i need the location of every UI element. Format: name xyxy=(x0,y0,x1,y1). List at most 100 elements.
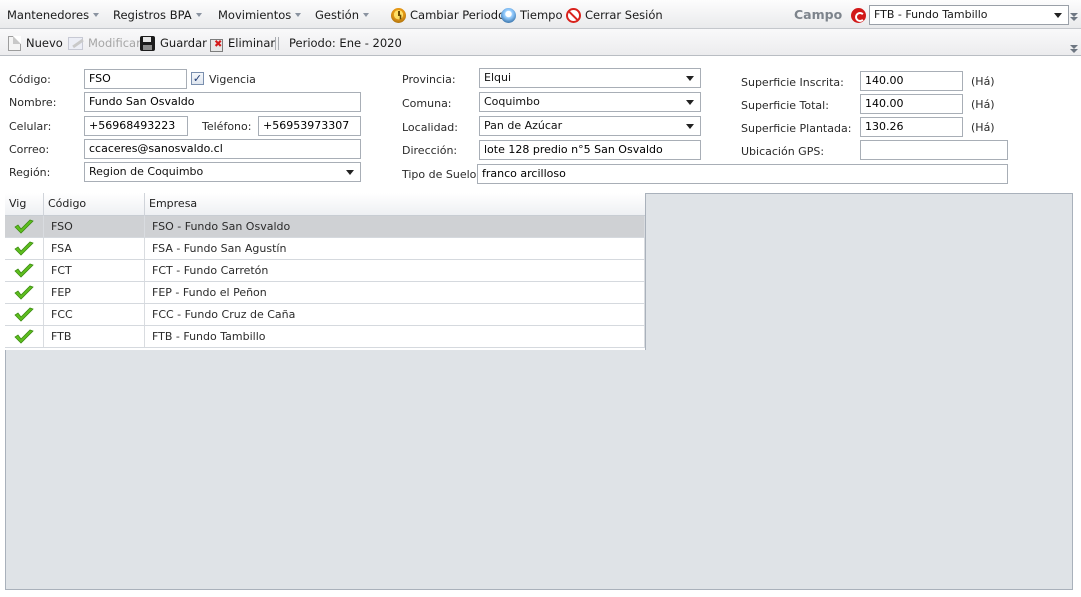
tipo-suelo-label: Tipo de Suelo: xyxy=(402,168,481,181)
table-row[interactable]: FTB FTB - Fundo Tambillo xyxy=(5,326,645,348)
codigo-cell: FSO xyxy=(44,216,145,237)
menu-tiempo-label: Tiempo xyxy=(520,8,563,22)
campo-select[interactable]: FTB - Fundo Tambillo xyxy=(869,5,1069,25)
sup-inscrita-unit: (Há) xyxy=(971,75,995,88)
chevron-down-icon xyxy=(686,100,694,105)
sup-total-label: Superficie Total: xyxy=(741,99,829,112)
sup-inscrita-input-value[interactable] xyxy=(865,72,962,90)
codigo-label: Código: xyxy=(9,73,51,86)
menu-registros-bpa-label: Registros BPA xyxy=(113,8,192,22)
periodo-text: Periodo: Ene - 2020 xyxy=(289,36,402,50)
codigo-input[interactable] xyxy=(84,69,187,89)
table-row[interactable]: FCT FCT - Fundo Carretón xyxy=(5,260,645,282)
menu-gestion-label: Gestión xyxy=(315,8,360,22)
check-icon xyxy=(14,285,34,300)
gps-input-value[interactable] xyxy=(865,141,1007,159)
menu-tiempo[interactable]: Tiempo xyxy=(501,6,562,24)
modificar-label: Modificar xyxy=(88,36,141,50)
grid-header: Vig Código Empresa xyxy=(5,193,645,216)
toolbar-separator xyxy=(275,37,279,50)
eliminar-button[interactable]: Eliminar xyxy=(208,34,275,52)
localidad-select[interactable]: Pan de Azúcar xyxy=(479,116,701,136)
chevron-down-icon xyxy=(346,170,354,175)
menu-bar: Mantenedores Registros BPA Movimientos G… xyxy=(0,0,1081,356)
eliminar-label: Eliminar xyxy=(228,36,276,50)
codigo-cell: FTB xyxy=(44,326,145,347)
empresa-cell: FCC - Fundo Cruz de Caña xyxy=(145,304,645,325)
region-select-value: Region de Coquimbo xyxy=(89,165,204,178)
vigencia-checkbox[interactable]: ✓ xyxy=(191,72,204,85)
menu-cambiar-periodo[interactable]: Cambiar Periodo xyxy=(391,6,505,24)
column-header-vig[interactable]: Vig xyxy=(5,193,44,216)
check-icon xyxy=(14,329,34,344)
localidad-select-value: Pan de Azúcar xyxy=(484,119,563,132)
empresa-cell: FEP - Fundo el Peñon xyxy=(145,282,645,303)
codigo-cell: FCC xyxy=(44,304,145,325)
menu-movimientos[interactable]: Movimientos xyxy=(218,6,864,356)
celular-input[interactable] xyxy=(84,116,188,136)
vig-cell xyxy=(5,238,44,259)
sup-inscrita-input[interactable] xyxy=(860,71,963,91)
sup-plantada-unit: (Há) xyxy=(971,121,995,134)
direccion-input[interactable] xyxy=(479,140,701,160)
no-entry-icon xyxy=(566,7,581,23)
chevron-down-icon xyxy=(93,13,100,17)
campo-logo-icon xyxy=(851,8,866,23)
save-icon xyxy=(140,35,155,51)
menu-gestion[interactable]: Gestión xyxy=(315,6,961,356)
localidad-label: Localidad: xyxy=(402,121,458,134)
gps-input[interactable] xyxy=(860,140,1008,160)
empresa-cell: FCT - Fundo Carretón xyxy=(145,260,645,281)
check-icon xyxy=(14,241,34,256)
direccion-input-value[interactable] xyxy=(484,141,700,159)
collapse-menu-icon[interactable] xyxy=(1070,13,1079,22)
table-row[interactable]: FSA FSA - Fundo San Agustín xyxy=(5,238,645,260)
table-row[interactable]: FEP FEP - Fundo el Peñon xyxy=(5,282,645,304)
guardar-button[interactable]: Guardar xyxy=(140,34,207,52)
provincia-select-value: Elqui xyxy=(484,71,512,84)
menu-mantenedores[interactable]: Mantenedores xyxy=(7,6,653,356)
celular-label: Celular: xyxy=(9,120,52,133)
column-header-codigo[interactable]: Código xyxy=(44,193,145,216)
comuna-select[interactable]: Coquimbo xyxy=(479,92,701,112)
sup-plantada-input[interactable] xyxy=(860,117,963,137)
tipo-suelo-input-value[interactable] xyxy=(482,165,1007,183)
correo-input[interactable] xyxy=(84,139,361,159)
sup-total-unit: (Há) xyxy=(971,98,995,111)
provincia-select[interactable]: Elqui xyxy=(479,68,701,88)
chevron-down-icon xyxy=(363,13,370,17)
vig-cell xyxy=(5,282,44,303)
collapse-toolbar-icon[interactable] xyxy=(1070,45,1079,54)
menu-registros-bpa[interactable]: Registros BPA xyxy=(113,6,759,356)
column-header-empresa[interactable]: Empresa xyxy=(145,193,645,216)
codigo-input-value[interactable] xyxy=(89,70,186,88)
codigo-cell: FCT xyxy=(44,260,145,281)
celular-input-value[interactable] xyxy=(89,117,187,135)
check-icon xyxy=(14,263,34,278)
empresa-grid: Vig Código Empresa FSO FSO - Fundo San O… xyxy=(5,193,646,350)
chevron-down-icon xyxy=(1054,13,1062,18)
empresa-cell: FSA - Fundo San Agustín xyxy=(145,238,645,259)
vig-cell xyxy=(5,216,44,237)
provincia-label: Provincia: xyxy=(402,73,456,86)
table-row[interactable]: FCC FCC - Fundo Cruz de Caña xyxy=(5,304,645,326)
telefono-input[interactable] xyxy=(258,116,361,136)
region-select[interactable]: Region de Coquimbo xyxy=(84,162,361,182)
nombre-input-value[interactable] xyxy=(89,93,360,111)
correo-input-value[interactable] xyxy=(89,140,360,158)
new-document-icon xyxy=(8,35,21,51)
nuevo-button[interactable]: Nuevo xyxy=(8,34,63,52)
campo-select-value: FTB - Fundo Tambillo xyxy=(874,8,988,21)
modificar-button[interactable]: Modificar xyxy=(68,34,141,52)
menu-cerrar-sesion[interactable]: Cerrar Sesión xyxy=(566,6,663,24)
nombre-input[interactable] xyxy=(84,92,361,112)
sup-total-input[interactable] xyxy=(860,94,963,114)
tipo-suelo-input[interactable] xyxy=(477,164,1008,184)
menu-cambiar-periodo-label: Cambiar Periodo xyxy=(410,8,506,22)
sup-plantada-input-value[interactable] xyxy=(865,118,962,136)
telefono-label: Teléfono: xyxy=(202,120,252,133)
telefono-input-value[interactable] xyxy=(263,117,360,135)
table-row[interactable]: FSO FSO - Fundo San Osvaldo xyxy=(5,216,645,238)
guardar-label: Guardar xyxy=(160,36,207,50)
sup-total-input-value[interactable] xyxy=(865,95,962,113)
